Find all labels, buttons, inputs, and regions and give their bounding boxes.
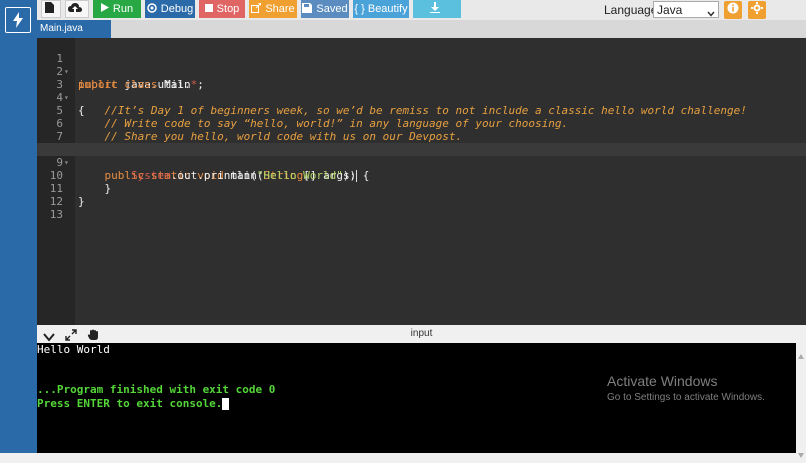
language-label: Language — [604, 3, 658, 17]
info-button[interactable] — [724, 1, 742, 19]
new-file-button[interactable] — [41, 0, 61, 18]
language-select[interactable]: Java — [653, 1, 719, 18]
debug-icon — [147, 2, 161, 16]
code-line: 11 } — [37, 169, 806, 208]
play-icon — [100, 3, 113, 15]
code-editor[interactable]: 1 ▾ import java.util.*; 2 public class M… — [37, 38, 806, 325]
saved-label: Saved — [316, 3, 348, 15]
code-line: 3 ▾ { — [37, 65, 806, 117]
console-prompt-text: Press ENTER to exit console. — [37, 397, 223, 410]
active-code-line: 9 System.out.println("Hello World"); — [37, 143, 806, 182]
activate-windows-subtitle: Go to Settings to activate Windows. — [607, 392, 765, 403]
beautify-label: { } Beautify — [354, 3, 408, 15]
run-label: Run — [112, 3, 134, 15]
upload-button[interactable] — [65, 0, 89, 18]
code-line: 12 — [37, 182, 806, 208]
saved-button[interactable]: Saved — [301, 0, 349, 18]
debug-label: Debug — [160, 3, 194, 15]
code-line: 5 // Write code to say “hello, world!” i… — [37, 91, 806, 130]
cloud-upload-icon — [68, 2, 86, 16]
stop-label: Stop — [216, 3, 240, 15]
share-button[interactable]: Share — [249, 0, 297, 18]
chevron-down-icon — [707, 6, 715, 20]
console-scrollbar[interactable] — [796, 343, 806, 458]
code-line: 4 //It’s Day 1 of beginners week, so we’… — [37, 78, 806, 117]
tab-main-java[interactable]: Main.java — [37, 20, 111, 38]
run-button[interactable]: Run — [93, 0, 141, 18]
code-line: 7 — [37, 117, 806, 143]
activate-windows-title: Activate Windows — [607, 373, 718, 389]
beautify-button[interactable]: { } Beautify — [353, 0, 409, 18]
share-label: Share — [265, 3, 295, 15]
download-icon — [430, 2, 444, 16]
scroll-down-arrow-icon[interactable] — [798, 445, 804, 463]
lightning-logo-icon[interactable] — [5, 7, 31, 33]
language-value: Java — [657, 3, 683, 17]
code-line: 10 } — [37, 156, 806, 195]
console-cursor — [222, 398, 230, 410]
left-sidebar — [0, 0, 37, 453]
download-button[interactable] — [413, 0, 461, 18]
console-panel-header: input — [37, 325, 806, 343]
console-output-line: Hello World — [37, 343, 110, 356]
code-line: 6 // Share you hello, world code with us… — [37, 104, 806, 143]
gear-icon — [751, 1, 763, 19]
file-icon — [44, 2, 58, 16]
code-line: 8 ▾ public static void main(String[] arg… — [37, 130, 806, 182]
console-exit-line: ...Program finished with exit code 0 — [37, 383, 276, 396]
stop-icon — [204, 3, 217, 15]
code-line: 13 — [37, 195, 806, 221]
code-line: 2 public class Main — [37, 52, 806, 91]
panel-title: input — [410, 328, 433, 339]
line-number: 13 — [49, 208, 63, 221]
stop-button[interactable]: Stop — [199, 0, 245, 18]
code-line: 1 ▾ import java.util.*; — [37, 39, 806, 91]
toolbar: Run Debug Stop Share Saved { } Beautify … — [37, 0, 806, 20]
file-tab-bar: Main.java — [37, 20, 806, 38]
scroll-up-arrow-icon[interactable] — [798, 346, 804, 364]
console-prompt-line: Press ENTER to exit console. — [37, 397, 230, 410]
share-icon — [251, 2, 265, 16]
debug-button[interactable]: Debug — [145, 0, 195, 18]
save-icon — [302, 2, 316, 16]
info-icon — [727, 1, 739, 19]
settings-button[interactable] — [748, 1, 766, 19]
